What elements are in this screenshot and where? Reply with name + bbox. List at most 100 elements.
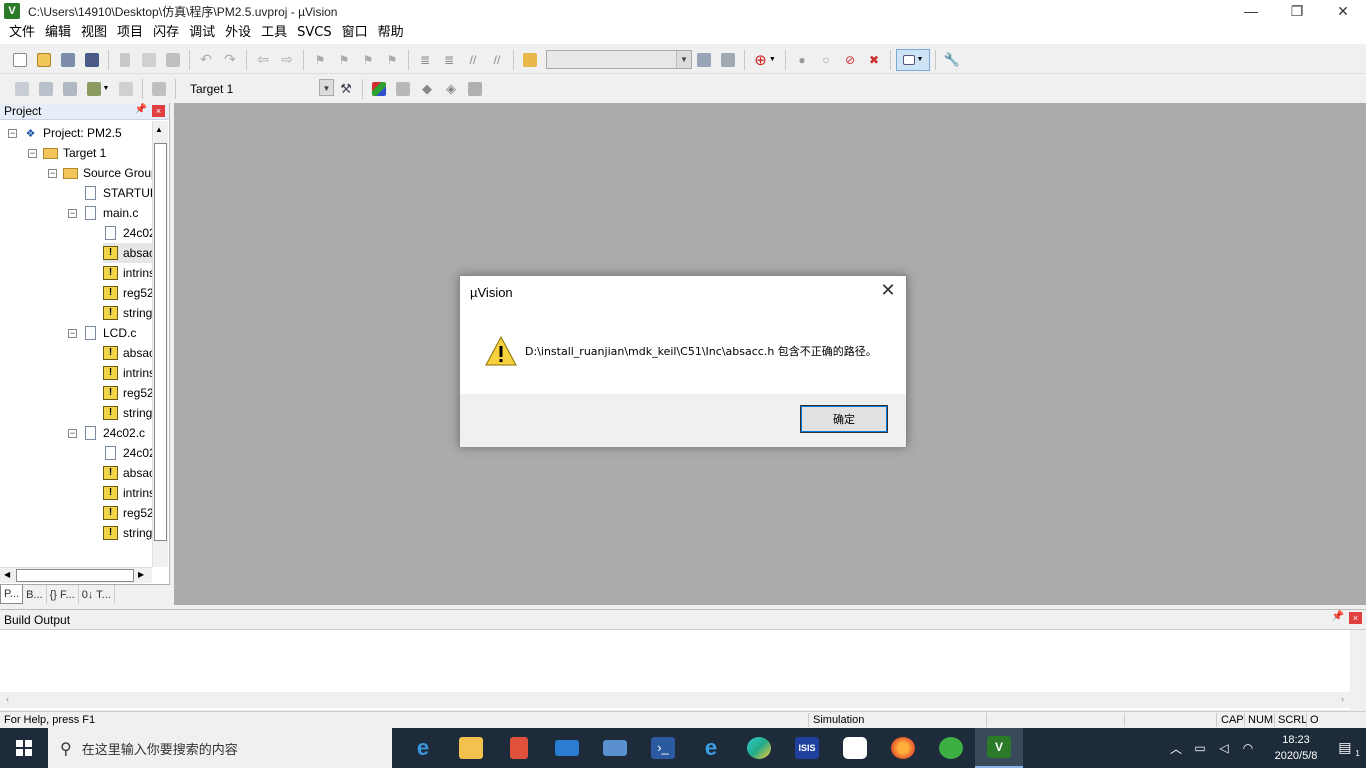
unindent-icon[interactable]: ≣ — [438, 49, 460, 71]
battery-icon[interactable]: ▭ — [1188, 741, 1212, 755]
menu-edit[interactable]: 编辑 — [40, 22, 76, 44]
breakpoint-enable-icon[interactable]: ○ — [815, 49, 837, 71]
collapse-icon[interactable]: − — [28, 148, 37, 158]
volume-icon[interactable]: ◁ — [1212, 741, 1236, 755]
scroll-thumb[interactable] — [16, 569, 134, 582]
find-in-files-icon[interactable] — [519, 49, 541, 71]
baidu-netdisk-icon[interactable] — [831, 728, 879, 768]
stop-build-icon[interactable] — [115, 78, 137, 100]
nav-back-icon[interactable]: ⇦ — [252, 49, 274, 71]
target-options-icon[interactable]: ⚒ — [335, 78, 357, 100]
wps-icon[interactable] — [495, 728, 543, 768]
comment-icon[interactable]: // — [462, 49, 484, 71]
build-output-hscrollbar[interactable]: ‹ › — [0, 692, 1350, 708]
uncomment-icon[interactable]: // — [486, 49, 508, 71]
collapse-icon[interactable]: − — [68, 208, 77, 218]
close-icon[interactable]: × — [152, 105, 165, 117]
mail-icon[interactable] — [543, 728, 591, 768]
select-packs-icon[interactable] — [392, 78, 414, 100]
menu-svcs[interactable]: SVCS — [292, 22, 336, 44]
undo-icon[interactable]: ↶ — [195, 49, 217, 71]
start-button[interactable] — [0, 728, 48, 768]
build-icon[interactable] — [35, 78, 57, 100]
find-combo[interactable]: ▼ — [546, 50, 692, 69]
translate-icon[interactable] — [11, 78, 33, 100]
tree-item-include[interactable]: 24c02.h — [103, 223, 152, 243]
paste-icon[interactable] — [162, 49, 184, 71]
menu-peripherals[interactable]: 外设 — [220, 22, 256, 44]
scroll-thumb[interactable] — [154, 143, 167, 541]
copy-icon[interactable] — [138, 49, 160, 71]
new-file-icon[interactable] — [9, 49, 31, 71]
tree-item-lcd-c[interactable]: − LCD.c — [68, 323, 136, 343]
bookmark-clear-icon[interactable]: ⚑ — [381, 49, 403, 71]
restore-button[interactable]: ❐ — [1274, 0, 1320, 22]
menu-project[interactable]: 项目 — [112, 22, 148, 44]
collapse-icon[interactable]: − — [48, 168, 57, 178]
target-select[interactable]: Target 1 ▼ — [184, 79, 334, 98]
find-icon[interactable] — [693, 49, 715, 71]
chevron-up-icon[interactable]: ︿ — [1164, 740, 1188, 757]
tree-item-include[interactable]: ! string.h — [103, 403, 152, 423]
project-tree-hscrollbar[interactable]: ◀ ▶ — [0, 567, 152, 583]
collapse-icon[interactable]: − — [8, 128, 17, 138]
nav-forward-icon[interactable]: ⇨ — [276, 49, 298, 71]
save-icon[interactable] — [57, 49, 79, 71]
collapse-icon[interactable]: − — [68, 328, 77, 338]
scroll-right-icon[interactable]: › — [1341, 694, 1344, 704]
menu-help[interactable]: 帮助 — [373, 22, 409, 44]
save-all-icon[interactable] — [81, 49, 103, 71]
menu-tools[interactable]: 工具 — [256, 22, 292, 44]
pin-icon[interactable]: 📌 — [135, 104, 147, 115]
powershell-icon[interactable]: ›_ — [639, 728, 687, 768]
scroll-left-icon[interactable]: ◀ — [4, 570, 10, 579]
file-explorer-icon[interactable] — [447, 728, 495, 768]
rebuild-icon[interactable] — [59, 78, 81, 100]
pack-installer-icon[interactable]: ◈ — [440, 78, 462, 100]
notification-center[interactable]: ▤ 1 — [1332, 739, 1366, 758]
edge-icon[interactable]: e — [399, 728, 447, 768]
remote-desktop-icon[interactable] — [591, 728, 639, 768]
tree-item-target[interactable]: − Target 1 — [28, 143, 106, 163]
tree-item-main-c[interactable]: − main.c — [68, 203, 138, 223]
tree-item-source-group[interactable]: − Source Group 1 — [48, 163, 152, 183]
tree-item-include[interactable]: ! absacc.h — [103, 343, 152, 363]
taskbar-search[interactable]: ⚲ 在这里输入你要搜索的内容 — [48, 728, 392, 768]
cut-icon[interactable] — [114, 49, 136, 71]
minimize-button[interactable]: — — [1228, 0, 1274, 22]
tree-item-include[interactable]: ! string.h — [103, 303, 152, 323]
download-load-icon[interactable] — [148, 78, 170, 100]
isis-icon[interactable]: ISIS — [783, 728, 831, 768]
tab-project[interactable]: P... — [0, 585, 24, 604]
tab-templates[interactable]: 0↓ T... — [79, 585, 115, 604]
bookmark-next-icon[interactable]: ⚑ — [357, 49, 379, 71]
bookmark-icon[interactable]: ⚑ — [309, 49, 331, 71]
scroll-right-icon[interactable]: ▶ — [138, 570, 144, 579]
ok-button[interactable]: 确定 — [800, 405, 888, 433]
tree-item-include[interactable]: ! intrins.h — [103, 363, 152, 383]
dialog-close-button[interactable]: ✕ — [878, 280, 898, 301]
open-file-icon[interactable] — [33, 49, 55, 71]
breakpoint-kill-icon[interactable]: ✖ — [863, 49, 885, 71]
tab-functions[interactable]: {} F... — [47, 585, 79, 604]
internet-explorer-icon[interactable]: e — [687, 728, 735, 768]
scroll-left-icon[interactable]: ‹ — [6, 694, 9, 704]
tree-item-include[interactable]: ! string.h — [103, 523, 152, 543]
menu-window[interactable]: 窗口 — [337, 22, 373, 44]
build-output-vscrollbar[interactable] — [1350, 630, 1366, 710]
tree-item-project[interactable]: − ❖ Project: PM2.5 — [8, 123, 122, 143]
tree-item-include[interactable]: ! absacc.h — [103, 243, 152, 263]
close-icon[interactable]: × — [1349, 612, 1362, 624]
configure-wrench-icon[interactable]: 🔧 — [941, 49, 963, 71]
debug-session-icon[interactable]: ⊕ ▼ — [750, 49, 780, 71]
tab-books[interactable]: B... — [23, 585, 47, 604]
collapse-icon[interactable]: − — [68, 428, 77, 438]
tree-item-startup[interactable]: STARTUP.A51 — [83, 183, 152, 203]
tree-item-24c02-c[interactable]: − 24c02.c — [68, 423, 145, 443]
window-layout-icon[interactable]: ▼ — [896, 48, 930, 71]
menu-flash[interactable]: 闪存 — [148, 22, 184, 44]
tree-item-include[interactable]: ! reg52.h — [103, 503, 152, 523]
bookmark-prev-icon[interactable]: ⚑ — [333, 49, 355, 71]
wechat-icon[interactable] — [927, 728, 975, 768]
tree-item-include[interactable]: ! reg52.h — [103, 383, 152, 403]
